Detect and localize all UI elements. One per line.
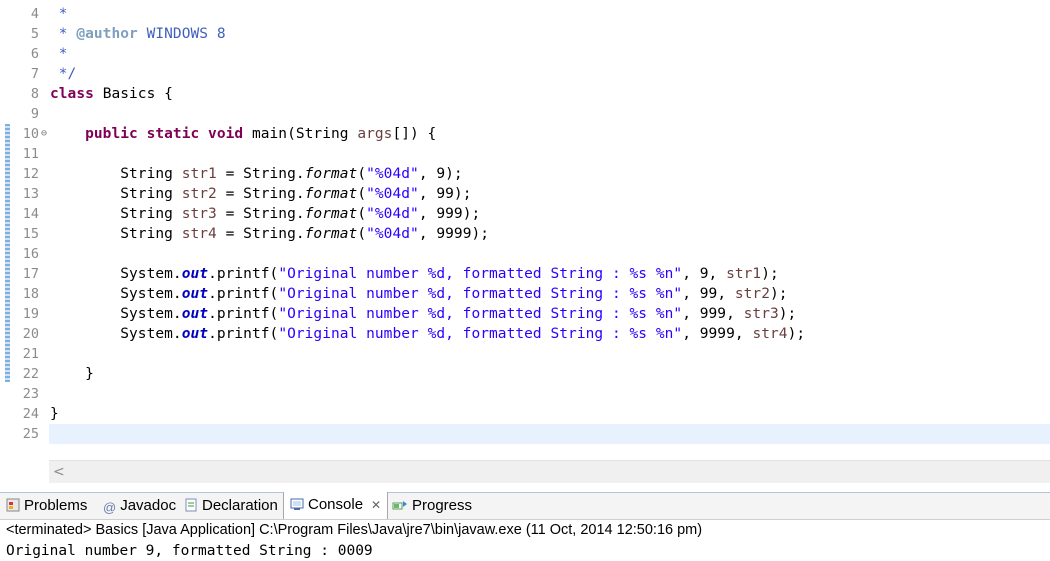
string-literal: "%04d" bbox=[366, 166, 419, 182]
code-line: String str4 = String.format("%04d", 9999… bbox=[120, 226, 490, 242]
code-line: String str2 = String.format("%04d", 99); bbox=[120, 186, 472, 202]
comment-text: WINDOWS 8 bbox=[146, 26, 226, 42]
variable: str1 bbox=[181, 166, 217, 182]
line-number: 16 bbox=[22, 246, 39, 262]
line-number: 11 bbox=[22, 146, 39, 162]
line-number: 18 bbox=[22, 286, 39, 302]
tab-problems[interactable]: Problems bbox=[6, 493, 87, 519]
tab-label: Progress bbox=[412, 497, 473, 514]
code-line: * @author WINDOWS 8 bbox=[50, 24, 226, 44]
line-number: 23 bbox=[22, 386, 39, 402]
line-number: 14 bbox=[22, 206, 39, 222]
tab-label: Problems bbox=[24, 497, 88, 514]
code-line: System.out.printf("Original number %d, f… bbox=[120, 266, 779, 282]
declaration-icon bbox=[184, 495, 198, 521]
scroll-left-arrow-icon[interactable]: < bbox=[53, 462, 65, 482]
fold-collapse-icon[interactable]: ⊖ bbox=[41, 124, 47, 144]
string-literal: "%04d" bbox=[366, 206, 419, 222]
line-number: 7 bbox=[30, 66, 39, 82]
parameter: args bbox=[357, 126, 393, 142]
console-icon bbox=[290, 494, 304, 520]
code-line: System.out.printf("Original number %d, f… bbox=[120, 326, 806, 342]
code-line: } bbox=[50, 406, 59, 422]
tab-javadoc[interactable]: @ Javadoc bbox=[103, 493, 176, 519]
variable: str4 bbox=[181, 226, 217, 242]
tab-progress[interactable]: Progress bbox=[392, 493, 472, 519]
comment-text: * bbox=[58, 26, 68, 42]
line-number: 8 bbox=[30, 86, 39, 102]
comment-text: * bbox=[58, 46, 68, 62]
method-signature: main(String bbox=[251, 126, 358, 142]
tab-declaration[interactable]: Declaration bbox=[184, 493, 278, 519]
line-number: 4 bbox=[30, 6, 39, 22]
class-name: Basics { bbox=[102, 86, 173, 102]
line-number: 6 bbox=[30, 46, 39, 62]
line-number: 15 bbox=[22, 226, 39, 242]
code-editor[interactable]: 4 5 6 7 8 9 10 ⊖ 11 12 13 14 15 16 17 18… bbox=[0, 0, 1050, 483]
code-line: class Basics { bbox=[50, 84, 173, 104]
string-literal: "%04d" bbox=[366, 226, 419, 242]
static-method: format bbox=[304, 166, 358, 182]
variable: str3 bbox=[743, 306, 779, 322]
variable: str2 bbox=[734, 286, 770, 302]
keyword: class bbox=[50, 86, 94, 102]
code-line: */ bbox=[50, 64, 77, 84]
javadoc-at-icon: @ bbox=[103, 500, 117, 515]
code-line: } bbox=[85, 366, 94, 382]
static-method: format bbox=[304, 226, 358, 242]
line-number: 10 bbox=[22, 126, 39, 142]
static-method: format bbox=[304, 206, 358, 222]
static-field: out bbox=[181, 306, 209, 322]
tab-label: Declaration bbox=[202, 497, 278, 514]
string-literal: "%04d" bbox=[366, 186, 419, 202]
string-literal: "Original number %d, formatted String : … bbox=[278, 326, 683, 342]
code-line: * bbox=[50, 4, 68, 24]
console-status-line: <terminated> Basics [Java Application] C… bbox=[6, 522, 703, 538]
code-line: System.out.printf("Original number %d, f… bbox=[120, 306, 797, 322]
line-number: 20 bbox=[22, 326, 39, 342]
code-line: public static void main(String args[]) { bbox=[50, 124, 436, 144]
line-number: 22 bbox=[22, 366, 39, 382]
console-output[interactable]: Original number 9, formatted String : 00… bbox=[6, 541, 373, 561]
method-signature: []) { bbox=[392, 126, 437, 142]
static-field: out bbox=[181, 266, 209, 282]
string-literal: "Original number %d, formatted String : … bbox=[278, 306, 683, 322]
code-line: System.out.printf("Original number %d, f… bbox=[120, 286, 788, 302]
line-number: 12 bbox=[22, 166, 39, 182]
variable: str4 bbox=[752, 326, 788, 342]
static-field: out bbox=[181, 286, 209, 302]
line-number: 19 bbox=[22, 306, 39, 322]
line-number: 13 bbox=[22, 186, 39, 202]
line-number: 5 bbox=[30, 26, 39, 42]
static-method: format bbox=[304, 186, 358, 202]
static-field: out bbox=[181, 326, 209, 342]
string-literal: "Original number %d, formatted String : … bbox=[278, 266, 683, 282]
progress-icon bbox=[392, 495, 408, 521]
line-number: 21 bbox=[22, 346, 39, 362]
problems-icon bbox=[6, 495, 20, 521]
code-line: * bbox=[50, 44, 68, 64]
line-number: 9 bbox=[30, 106, 39, 122]
variable: str1 bbox=[726, 266, 762, 282]
comment-text: */ bbox=[58, 66, 77, 82]
view-tab-bar: Problems @ Javadoc Declaration Console ✕ P… bbox=[0, 492, 1050, 520]
tab-console[interactable]: Console ✕ bbox=[283, 492, 389, 520]
code-line: String str1 = String.format("%04d", 9); bbox=[120, 166, 463, 182]
javadoc-tag: @author bbox=[76, 26, 138, 42]
variable: str3 bbox=[181, 206, 217, 222]
variable: str2 bbox=[181, 186, 217, 202]
change-ruler bbox=[5, 124, 10, 382]
string-literal: "Original number %d, formatted String : … bbox=[278, 286, 683, 302]
tab-label: Console bbox=[308, 496, 364, 513]
line-number: 24 bbox=[22, 406, 39, 422]
line-number: 17 bbox=[22, 266, 39, 282]
keyword: public static void bbox=[85, 126, 244, 142]
comment-text: * bbox=[58, 6, 68, 22]
line-number: 25 bbox=[22, 426, 39, 442]
tab-label: Javadoc bbox=[120, 497, 177, 514]
horizontal-scrollbar[interactable]: < bbox=[49, 460, 1050, 483]
code-line: String str3 = String.format("%04d", 999)… bbox=[120, 206, 481, 222]
current-line-highlight bbox=[49, 424, 1050, 444]
close-tab-icon[interactable]: ✕ bbox=[371, 498, 381, 512]
